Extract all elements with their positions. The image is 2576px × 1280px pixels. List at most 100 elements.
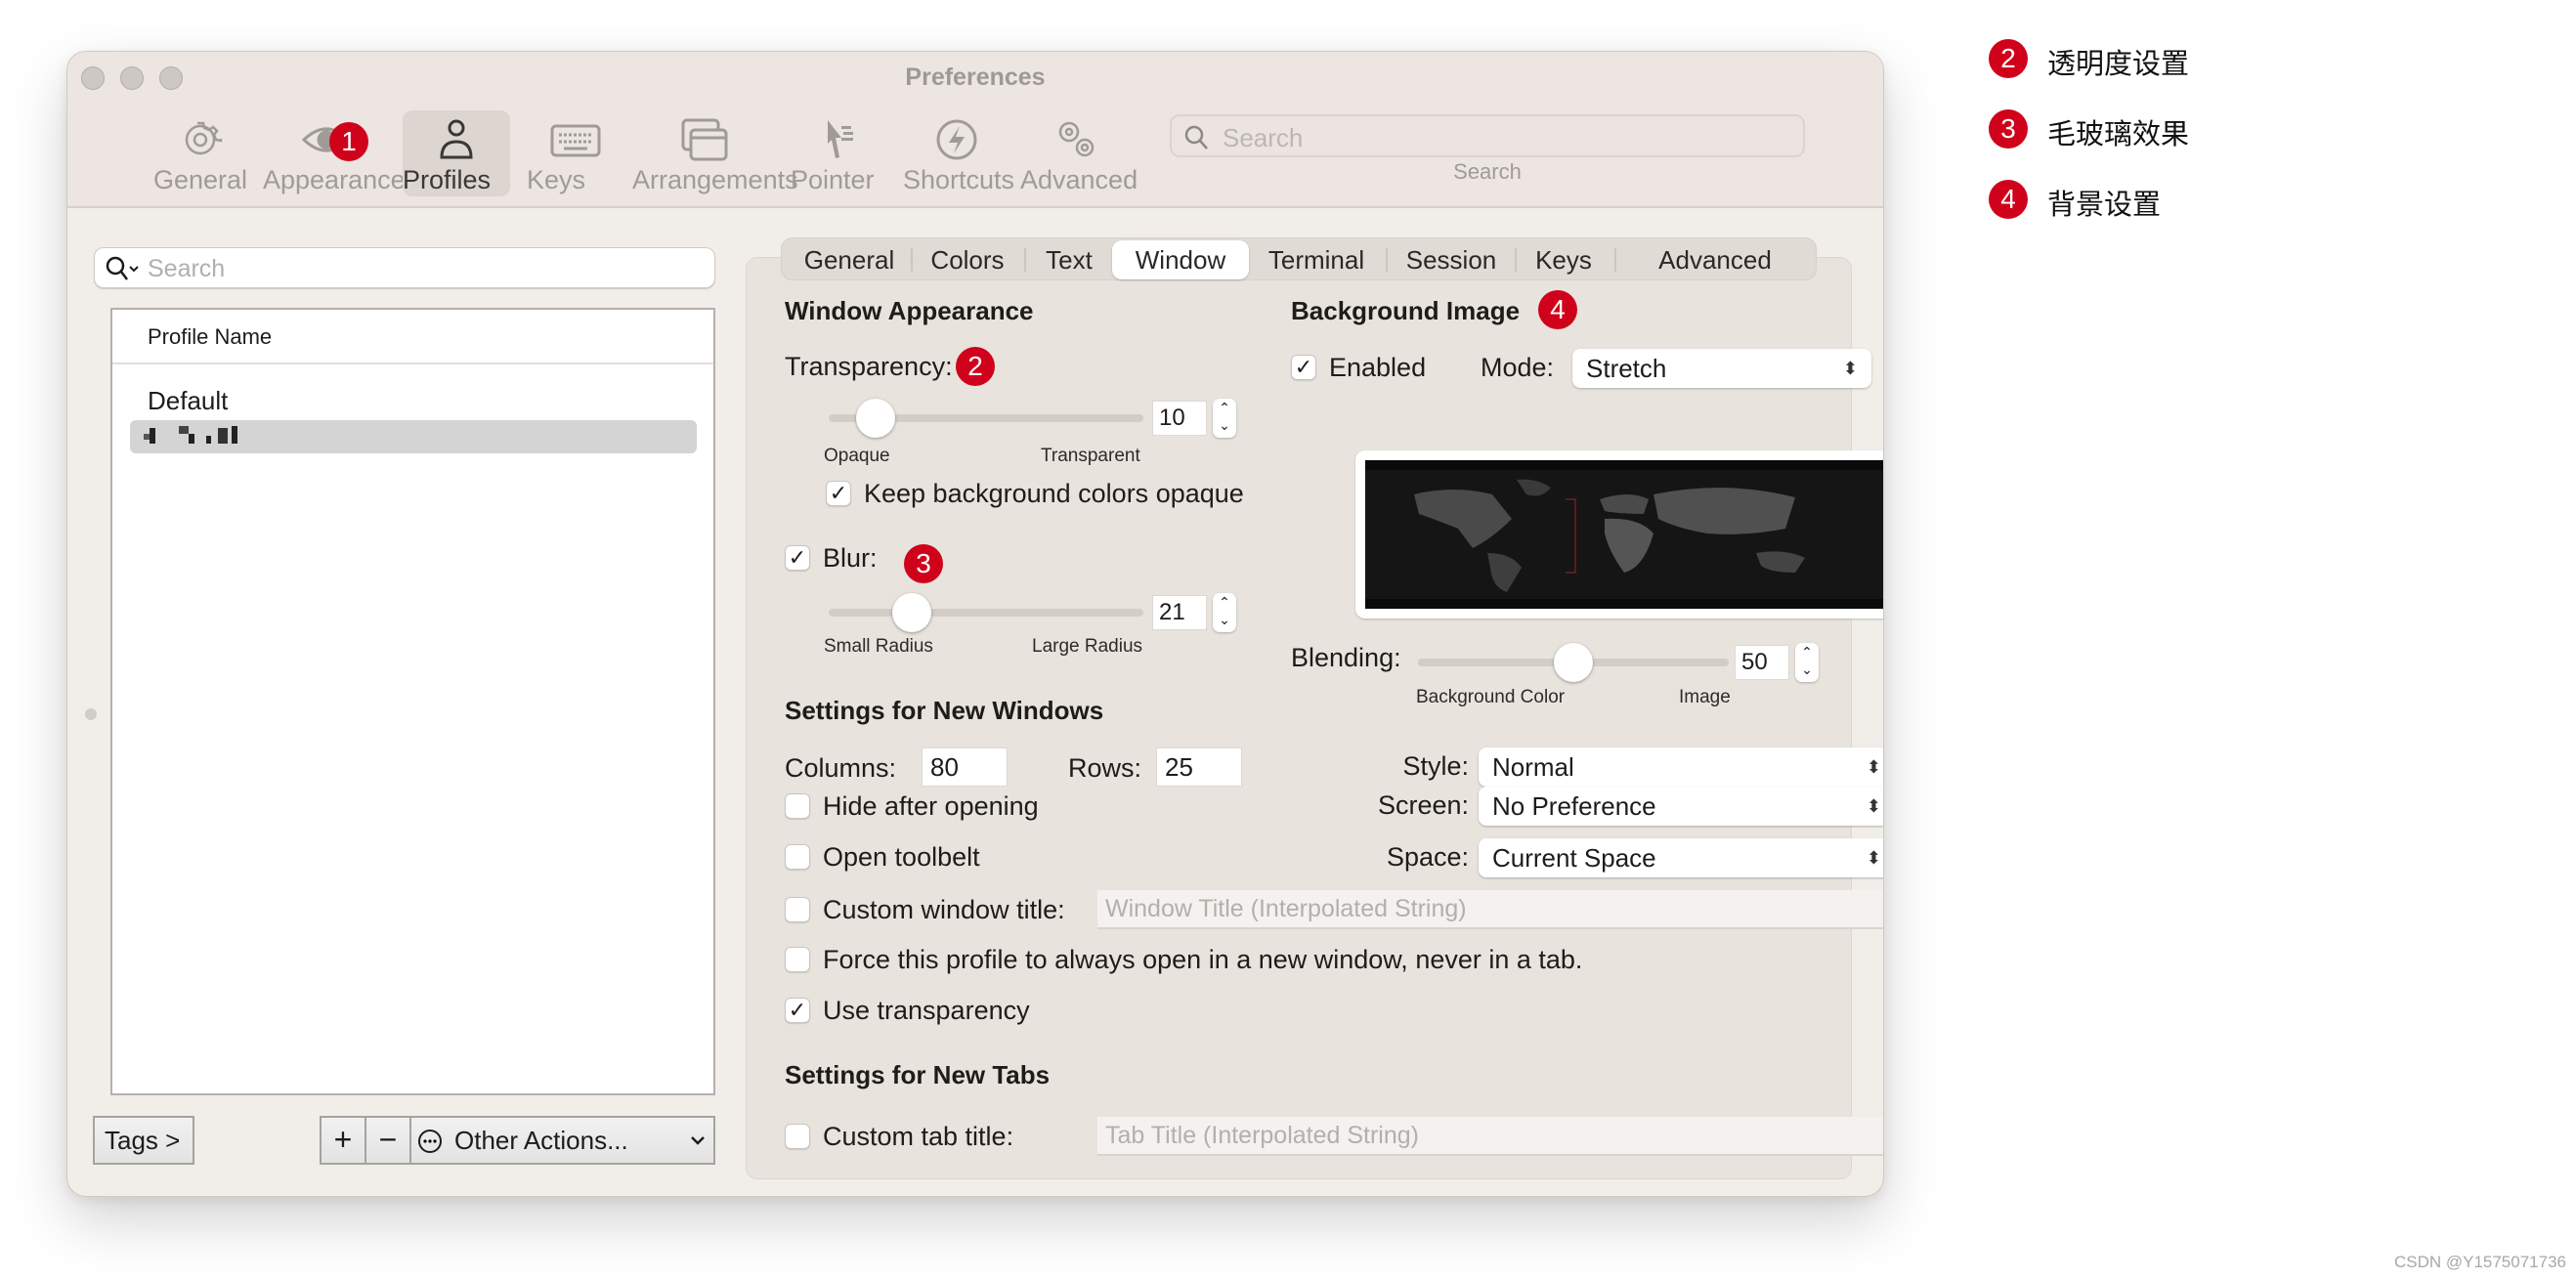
blur-max-label: Large Radius bbox=[1032, 636, 1143, 657]
legend-text: 背景设置 bbox=[2047, 188, 2162, 221]
bg-image-enabled-checkbox[interactable]: ✓ bbox=[1291, 355, 1316, 380]
screen-label: Screen: bbox=[1377, 790, 1469, 820]
legend-text: 透明度设置 bbox=[2047, 47, 2190, 80]
watermark: CSDN @Y1575071736 bbox=[2393, 1253, 2566, 1271]
remove-profile-button[interactable]: − bbox=[365, 1116, 411, 1165]
background-image-well[interactable] bbox=[1355, 450, 1883, 619]
blur-label: Blur: bbox=[823, 543, 878, 573]
transparency-max-label: Transparent bbox=[1041, 446, 1140, 466]
window-title: Preferences bbox=[905, 64, 1046, 91]
transparency-value-field[interactable]: 10 bbox=[1152, 401, 1207, 436]
use-transparency-checkbox[interactable]: ✓ bbox=[785, 998, 810, 1023]
columns-label: Columns: bbox=[785, 753, 897, 783]
profile-search-input[interactable]: Search bbox=[94, 247, 715, 288]
style-select[interactable]: Normal ⬍ bbox=[1479, 747, 1883, 787]
updown-chevron-icon: ⬍ bbox=[1842, 359, 1858, 378]
bg-mode-select[interactable]: Stretch ⬍ bbox=[1572, 349, 1871, 388]
annotation-badge-3: 3 bbox=[904, 544, 943, 583]
rows-label: Rows: bbox=[1068, 753, 1142, 783]
annotation-badge-4: 4 bbox=[1538, 290, 1577, 329]
tags-button[interactable]: Tags > bbox=[93, 1116, 194, 1165]
blending-value-field[interactable]: 50 bbox=[1735, 645, 1789, 680]
tab-terminal[interactable]: Terminal bbox=[1255, 238, 1378, 281]
tab-session[interactable]: Session bbox=[1394, 238, 1509, 281]
pointer-icon bbox=[828, 120, 853, 158]
blur-slider-track[interactable] bbox=[829, 609, 1143, 617]
other-actions-dropdown[interactable]: Other Actions... bbox=[409, 1116, 715, 1165]
blending-stepper[interactable]: ⌃ ⌄ bbox=[1795, 643, 1819, 682]
profile-list: Profile Name Default bbox=[110, 308, 715, 1095]
rows-field[interactable]: 25 bbox=[1156, 747, 1242, 787]
profile-row-selected[interactable] bbox=[130, 420, 697, 453]
space-select[interactable]: Current Space ⬍ bbox=[1479, 838, 1883, 877]
keyboard-icon bbox=[550, 124, 601, 157]
column-header-profile-name[interactable]: Profile Name bbox=[112, 310, 713, 364]
blur-slider-knob[interactable] bbox=[891, 593, 931, 632]
toolbar-item-advanced[interactable]: Advanced bbox=[1020, 110, 1138, 196]
tab-text[interactable]: Text bbox=[1032, 238, 1106, 281]
profile-row-default[interactable]: Default bbox=[148, 386, 228, 416]
tab-colors[interactable]: Colors bbox=[919, 238, 1016, 281]
columns-field[interactable]: 80 bbox=[922, 747, 1008, 787]
person-icon bbox=[440, 119, 473, 159]
open-toolbelt-checkbox[interactable] bbox=[785, 844, 810, 870]
profile-tabs: General Colors Text Window Terminal Sess… bbox=[781, 237, 1817, 280]
new-tabs-heading: Settings for New Tabs bbox=[785, 1060, 1051, 1089]
tab-advanced[interactable]: Advanced bbox=[1622, 238, 1808, 281]
transparency-label: Transparency: bbox=[785, 352, 953, 381]
split-view-handle[interactable] bbox=[85, 708, 97, 720]
toolbar-item-profiles[interactable]: Profiles bbox=[403, 110, 510, 196]
blending-label: Blending: bbox=[1291, 643, 1401, 672]
background-image-heading: Background Image bbox=[1291, 296, 1521, 325]
bg-image-enabled-label: Enabled bbox=[1329, 353, 1427, 382]
toolbar: Preferences General Appearance Profiles … bbox=[67, 52, 1883, 208]
chevron-down-icon bbox=[691, 1136, 705, 1145]
bg-mode-label: Mode: bbox=[1481, 353, 1555, 382]
bolt-icon bbox=[936, 119, 977, 160]
add-profile-button[interactable]: + bbox=[320, 1116, 366, 1165]
toolbar-item-general[interactable]: General bbox=[153, 110, 251, 196]
blur-value-field[interactable]: 21 bbox=[1152, 595, 1207, 630]
toolbar-item-appearance[interactable]: Appearance bbox=[263, 110, 406, 196]
eye-icon bbox=[301, 127, 352, 152]
gears-icon bbox=[1058, 121, 1095, 157]
transparency-min-label: Opaque bbox=[824, 446, 890, 466]
world-map-preview-image bbox=[1365, 460, 1883, 609]
blending-slider-knob[interactable] bbox=[1554, 643, 1593, 682]
tab-window[interactable]: Window bbox=[1112, 240, 1249, 279]
toolbar-item-arrangements[interactable]: Arrangements bbox=[632, 110, 798, 196]
blur-stepper[interactable]: ⌃ ⌄ bbox=[1213, 593, 1236, 632]
force-new-window-checkbox[interactable] bbox=[785, 947, 810, 972]
custom-window-title-label: Custom window title: bbox=[823, 895, 1065, 924]
search-icon bbox=[1184, 125, 1208, 149]
tab-keys[interactable]: Keys bbox=[1521, 238, 1607, 281]
legend-badge: 4 bbox=[1989, 180, 2028, 219]
keep-bg-opaque-checkbox[interactable]: ✓ bbox=[826, 481, 851, 506]
annotation-badge-1: 1 bbox=[329, 122, 368, 161]
new-windows-heading: Settings for New Windows bbox=[785, 696, 1104, 725]
keep-bg-opaque-label: Keep background colors opaque bbox=[864, 479, 1244, 508]
hide-after-opening-checkbox[interactable] bbox=[785, 793, 810, 819]
toolbar-search-input[interactable]: Search bbox=[1170, 114, 1805, 157]
updown-chevron-icon: ⬍ bbox=[1866, 848, 1881, 868]
custom-window-title-checkbox[interactable] bbox=[785, 897, 810, 922]
space-label: Space: bbox=[1386, 842, 1469, 872]
toolbar-item-shortcuts[interactable]: Shortcuts bbox=[903, 110, 1014, 196]
updown-chevron-icon: ⬍ bbox=[1866, 796, 1881, 816]
force-new-window-label: Force this profile to always open in a n… bbox=[823, 945, 1583, 974]
transparency-slider-knob[interactable] bbox=[856, 399, 896, 438]
screen-select[interactable]: No Preference ⬍ bbox=[1479, 787, 1883, 826]
tab-title-input[interactable]: Tab Title (Interpolated String) bbox=[1097, 1117, 1883, 1156]
toolbar-item-keys[interactable]: Keys bbox=[527, 110, 624, 196]
custom-tab-title-label: Custom tab title: bbox=[823, 1122, 1014, 1151]
toolbar-search-label: Search bbox=[1453, 159, 1522, 184]
search-menu-icon bbox=[106, 256, 139, 280]
toolbar-item-pointer[interactable]: Pointer bbox=[791, 110, 888, 196]
transparency-stepper[interactable]: ⌃ ⌄ bbox=[1213, 399, 1236, 438]
window-title-input[interactable]: Window Title (Interpolated String) bbox=[1097, 890, 1883, 929]
blur-checkbox[interactable]: ✓ bbox=[785, 545, 810, 571]
legend-text: 毛玻璃效果 bbox=[2047, 117, 2190, 150]
custom-tab-title-checkbox[interactable] bbox=[785, 1124, 810, 1149]
tab-general[interactable]: General bbox=[795, 238, 903, 281]
blending-min-label: Background Color bbox=[1416, 687, 1566, 707]
